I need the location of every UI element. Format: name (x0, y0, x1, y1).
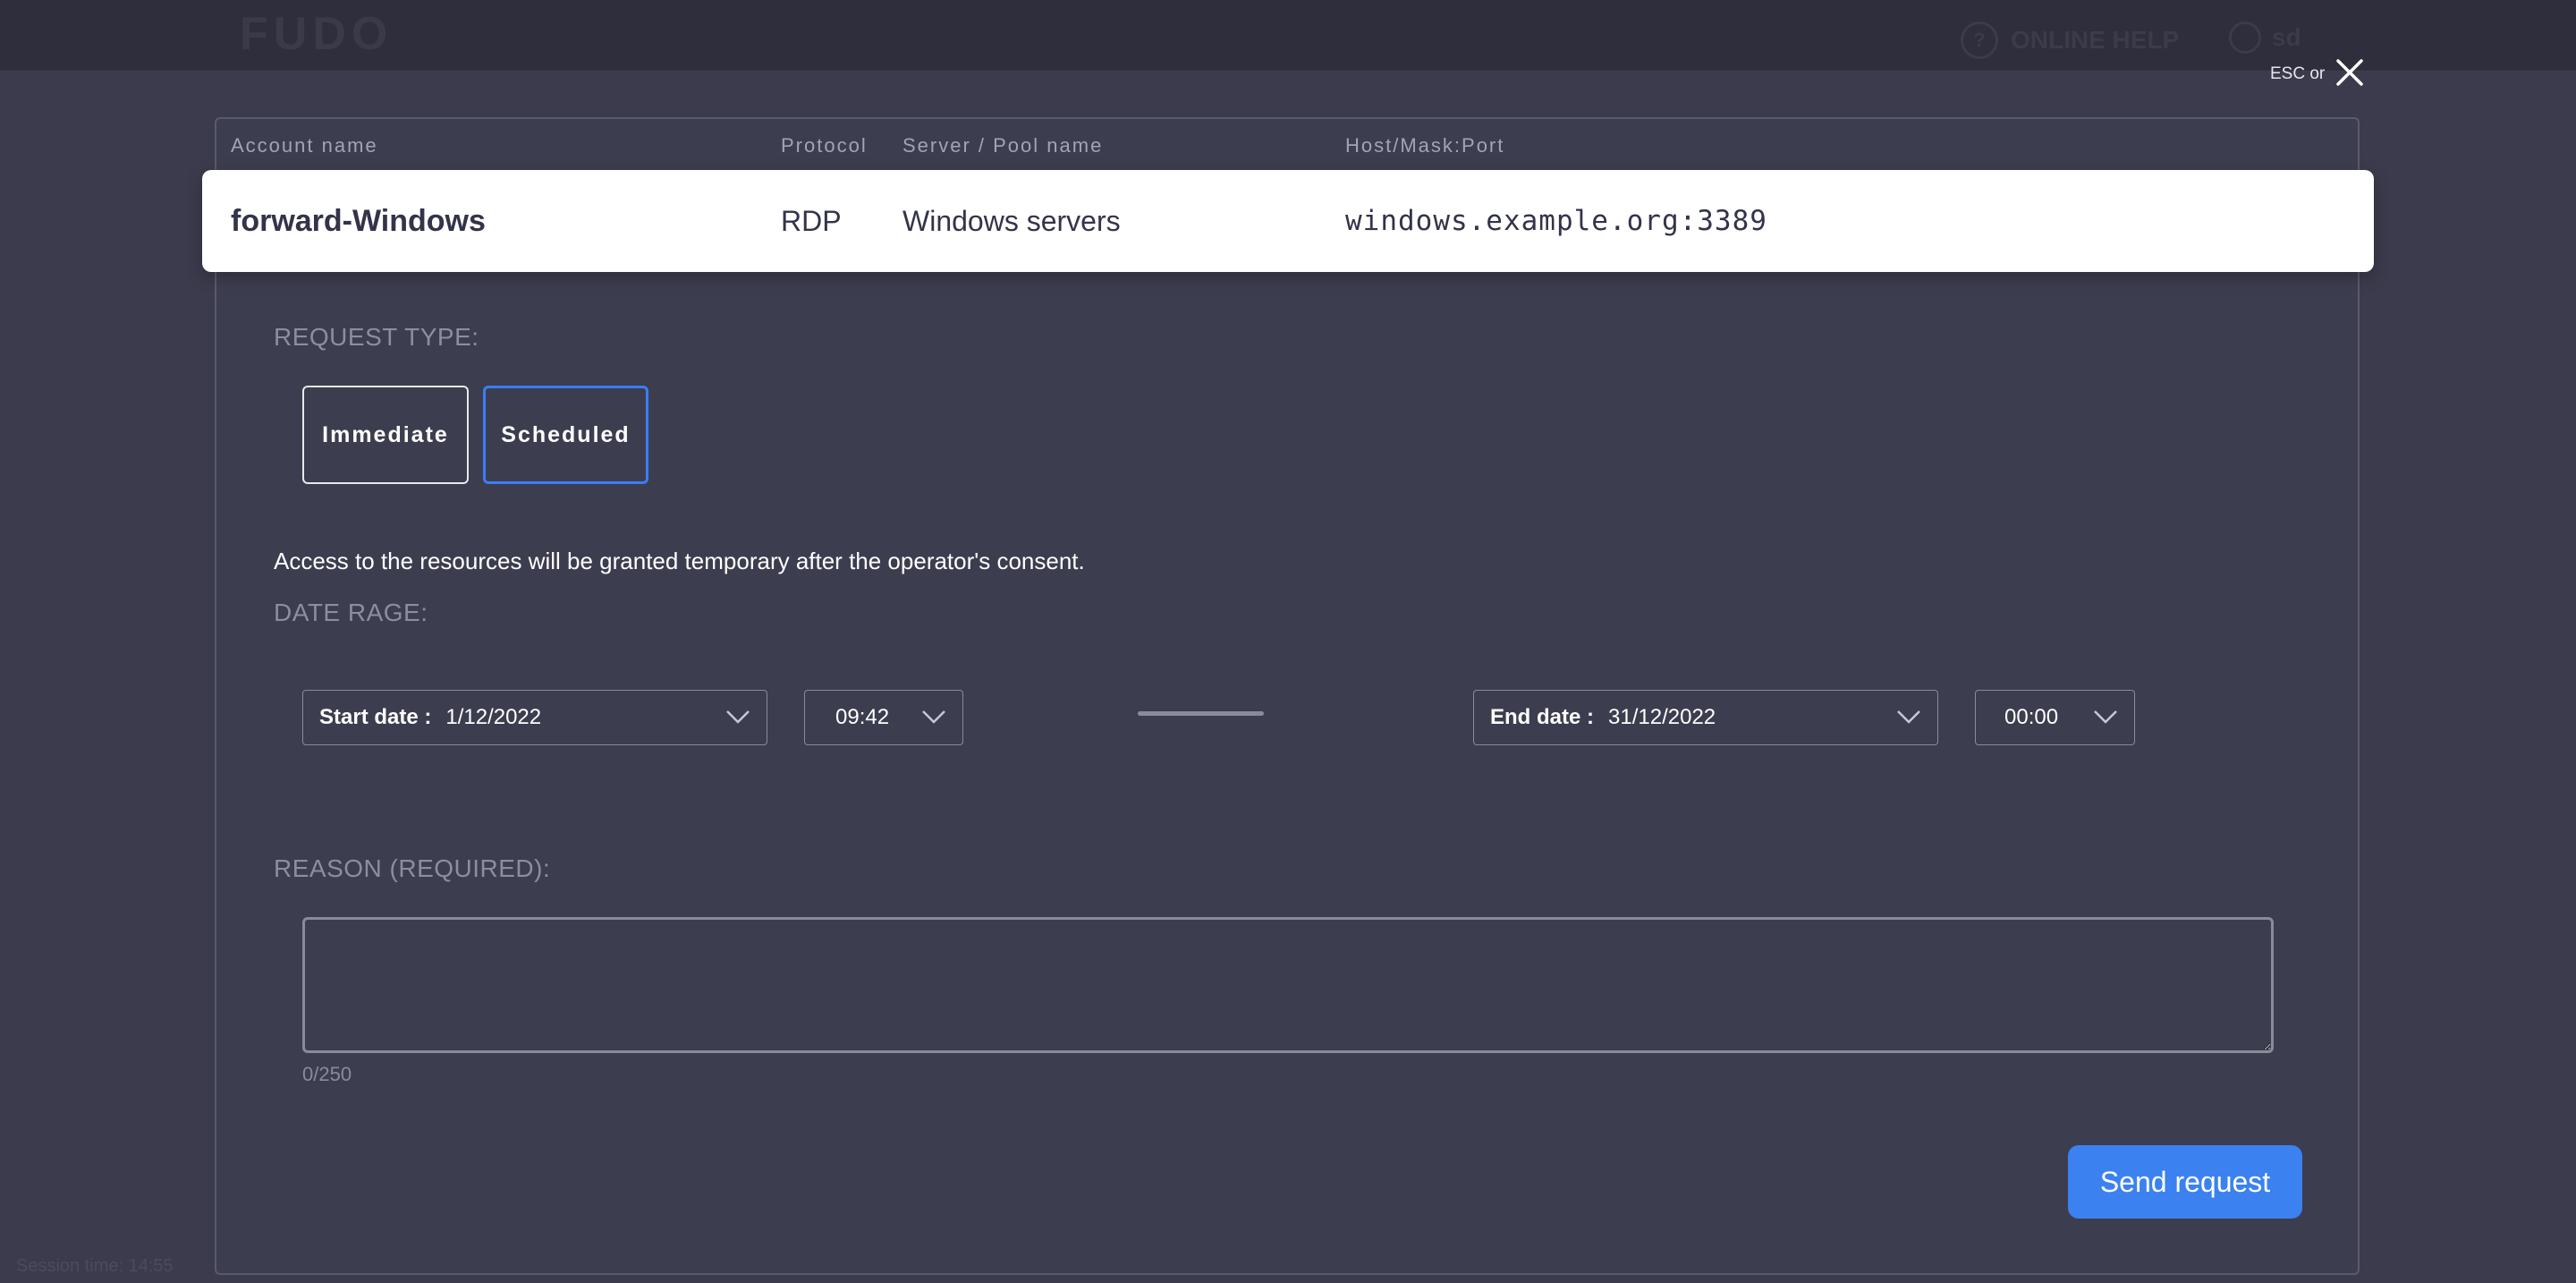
start-time-select[interactable]: 09:42 (804, 690, 963, 745)
user-name: sd (2272, 23, 2301, 51)
scheduled-button[interactable]: Scheduled (483, 386, 648, 484)
chevron-down-icon (2094, 710, 2117, 724)
column-header-host: Host/Mask:Port (1345, 134, 1505, 157)
top-bar: FUDO ? ONLINE HELP sd (0, 0, 2576, 71)
end-date-value: 31/12/2022 (1608, 705, 1716, 729)
chevron-down-icon (922, 710, 945, 724)
account-name: forward-Windows (231, 204, 486, 238)
end-time-value: 00:00 (2004, 705, 2059, 729)
end-time-select[interactable]: 00:00 (1975, 690, 2135, 745)
date-range-title: DATE RAGE: (274, 599, 428, 626)
account-card: forward-Windows RDP Windows servers wind… (202, 170, 2374, 272)
send-request-button[interactable]: Send request (2068, 1145, 2302, 1219)
reason-char-counter: 0/250 (302, 1063, 352, 1085)
user-menu[interactable]: sd (2229, 21, 2301, 54)
session-time: Session time: 14:55 (16, 1256, 174, 1276)
column-header-account: Account name (231, 134, 378, 157)
chevron-down-icon (726, 710, 750, 724)
immediate-button[interactable]: Immediate (302, 386, 469, 484)
start-date-label: Start date : (319, 705, 432, 729)
start-time-value: 09:42 (835, 705, 890, 729)
account-host: windows.example.org:3389 (1345, 205, 1767, 237)
column-header-protocol: Protocol (781, 134, 868, 157)
consent-text: Access to the resources will be granted … (274, 548, 1085, 574)
close-icon[interactable] (2333, 55, 2367, 89)
account-protocol: RDP (781, 205, 842, 237)
end-date-picker[interactable]: End date : 31/12/2022 (1473, 690, 1938, 745)
chevron-down-icon (1897, 710, 1920, 724)
reason-title: REASON (REQUIRED): (274, 854, 551, 882)
reason-textarea[interactable] (302, 917, 2274, 1053)
user-icon (2229, 21, 2261, 54)
account-server: Windows servers (902, 205, 1121, 237)
online-help-link[interactable]: ? ONLINE HELP (1961, 21, 2179, 59)
request-type-title: REQUEST TYPE: (274, 323, 479, 351)
esc-hint: ESC or (2270, 64, 2326, 83)
start-date-value: 1/12/2022 (445, 705, 542, 729)
end-date-label: End date : (1490, 705, 1595, 729)
online-help-label: ONLINE HELP (2011, 26, 2180, 54)
range-separator (1138, 711, 1264, 716)
start-date-picker[interactable]: Start date : 1/12/2022 (302, 690, 767, 745)
column-header-server: Server / Pool name (902, 134, 1104, 157)
help-icon: ? (1961, 21, 1998, 59)
fudo-logo: FUDO (240, 8, 394, 60)
